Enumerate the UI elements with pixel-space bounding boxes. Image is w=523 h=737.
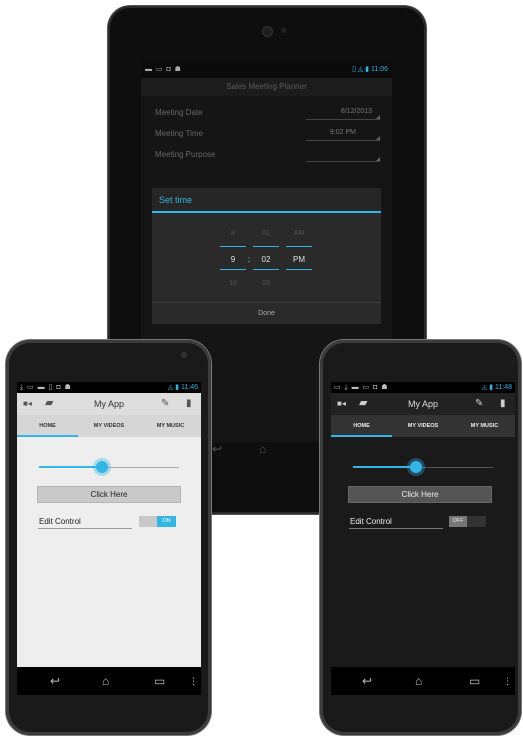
spinner-corner-icon — [376, 115, 380, 119]
ampm-divider-top — [286, 246, 312, 247]
tablet-status-bar: ▬ ▭ ◘ ☗ ▯ ◬ ▮ 11:06 — [141, 62, 392, 78]
trash-icon[interactable]: ▮ — [500, 399, 506, 409]
action-bar: ■◂ ▰ My App ✎ ▮ — [17, 393, 201, 415]
slider-thumb[interactable] — [96, 461, 108, 473]
pencil-icon[interactable]: ✎ — [475, 399, 483, 409]
slider-fill — [39, 466, 102, 468]
tab-my-videos[interactable]: MY VIDEOS — [392, 415, 454, 437]
spinner-corner-icon — [376, 136, 380, 140]
status-bar: ▭ ⤓ ▬ ▭ ◘ ☗ ◬ ▮ 11:48 — [331, 382, 515, 393]
tab-indicator — [17, 435, 78, 437]
minute-divider-bottom — [253, 269, 279, 270]
ampm-divider-bottom — [286, 269, 312, 270]
home-icon[interactable]: ⌂ — [415, 674, 422, 688]
tab-my-music[interactable]: MY MUSIC — [140, 415, 201, 437]
tablet-sensor — [281, 28, 286, 33]
meeting-purpose-underline — [306, 161, 380, 162]
tablet-home-icon[interactable]: ⌂ — [259, 442, 266, 456]
status-icons-left: ▭ ⤓ ▬ ▭ ◘ ☗ — [334, 384, 389, 391]
status-icons-right: ◬ ▮ 11:46 — [167, 384, 198, 391]
hour-divider-bottom — [220, 269, 246, 270]
slider-thumb[interactable] — [410, 461, 422, 473]
minute-current[interactable]: 02 — [252, 255, 280, 264]
meeting-time-field[interactable]: 9:02 PM — [306, 129, 356, 136]
status-icons-left: ▬ ▭ ◘ ☗ — [145, 66, 182, 73]
edit-control-field[interactable]: Edit Control — [39, 517, 81, 526]
navigation-bar: ↩ ⌂ ▭ ⋮ — [331, 667, 515, 695]
status-bar: ⤓ ▭ ▬ ▯ ◘ ☗ ◬ ▮ 11:46 — [17, 382, 201, 393]
toggle-switch[interactable]: ON — [139, 516, 176, 527]
pencil-icon[interactable]: ✎ — [161, 399, 169, 409]
click-here-button[interactable]: Click Here — [348, 486, 492, 503]
tab-bar: HOME MY VIDEOS MY MUSIC — [331, 415, 515, 437]
tab-my-music[interactable]: MY MUSIC — [454, 415, 515, 437]
app-title: My App — [93, 399, 124, 409]
home-icon[interactable]: ⌂ — [102, 674, 109, 688]
meeting-date-label: Meeting Date — [155, 108, 203, 117]
click-here-button[interactable]: Click Here — [37, 486, 181, 503]
status-icons-right: ◬ ▮ 11:48 — [481, 384, 512, 391]
hour-divider-top — [220, 246, 246, 247]
action-bar: ■◂ ▰ My App ✎ ▮ — [331, 393, 515, 415]
front-camera — [181, 352, 187, 358]
minute-prev[interactable]: 01 — [252, 230, 280, 237]
recent-apps-icon[interactable]: ▭ — [469, 674, 480, 688]
meeting-purpose-label: Meeting Purpose — [155, 150, 216, 159]
meeting-time-label: Meeting Time — [155, 129, 204, 138]
meeting-time-underline — [306, 140, 380, 141]
back-icon[interactable]: ↩ — [362, 674, 372, 688]
ampm-current[interactable]: PM — [285, 255, 313, 264]
tab-home[interactable]: HOME — [331, 415, 392, 437]
edit-control-field[interactable]: Edit Control — [350, 517, 392, 526]
tablet-back-icon[interactable]: ↩ — [212, 442, 222, 456]
tablet-camera — [262, 26, 273, 37]
ampm-prev[interactable]: AM — [285, 230, 313, 237]
minute-next[interactable]: 03 — [252, 280, 280, 287]
status-icons-left: ⤓ ▭ ▬ ▯ ◘ ☗ — [20, 384, 72, 391]
hour-next[interactable]: 10 — [219, 280, 247, 287]
tab-indicator — [331, 435, 392, 437]
spinner-corner-icon — [376, 157, 380, 161]
back-icon[interactable]: ↩ — [50, 674, 60, 688]
tab-home[interactable]: HOME — [17, 415, 78, 437]
edit-control-underline — [38, 528, 132, 529]
hour-current[interactable]: 9 — [219, 255, 247, 264]
toggle-thumb: ON — [157, 516, 176, 527]
hour-prev[interactable]: 8 — [219, 230, 247, 237]
menu-icon[interactable]: ⋮ — [503, 676, 512, 687]
light-phone-screen: ⤓ ▭ ▬ ▯ ◘ ☗ ◬ ▮ 11:46 ■◂ ▰ My App ✎ ▮ HO… — [17, 382, 201, 667]
done-button[interactable]: Done — [152, 302, 381, 325]
navigation-bar: ↩ ⌂ ▭ ⋮ — [17, 667, 201, 695]
toggle-off-side — [139, 516, 157, 527]
trash-icon[interactable]: ▮ — [186, 399, 192, 409]
toggle-switch[interactable]: OFF — [449, 516, 486, 527]
slider-fill — [353, 466, 416, 468]
dark-phone-screen: ▭ ⤓ ▬ ▭ ◘ ☗ ◬ ▮ 11:48 ■◂ ▰ My App ✎ ▮ HO… — [331, 382, 515, 667]
edit-control-underline — [349, 528, 443, 529]
menu-icon[interactable]: ⋮ — [189, 676, 198, 687]
tablet-app-title: Sales Meeting Planner — [141, 78, 392, 96]
dialog-title: Set time — [152, 188, 381, 213]
tab-my-videos[interactable]: MY VIDEOS — [78, 415, 140, 437]
toggle-thumb: OFF — [449, 516, 467, 527]
tab-bar: HOME MY VIDEOS MY MUSIC — [17, 415, 201, 437]
meeting-date-underline — [306, 119, 380, 120]
status-icons-right: ▯ ◬ ▮ 11:06 — [352, 66, 388, 73]
app-title: My App — [407, 399, 438, 409]
recent-apps-icon[interactable]: ▭ — [154, 674, 165, 688]
minute-divider-top — [253, 246, 279, 247]
meeting-date-field[interactable]: 8/12/2013 — [306, 108, 372, 115]
